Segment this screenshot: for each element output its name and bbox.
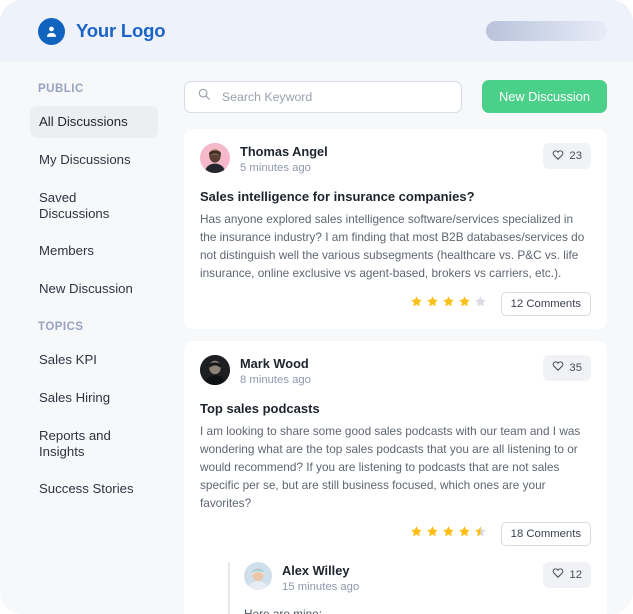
post-body: I am looking to share some good sales po… — [200, 424, 581, 510]
search-input[interactable] — [220, 88, 449, 105]
sidebar-item-new-discussion[interactable]: New Discussion — [30, 273, 158, 305]
author-name: Alex Willey — [282, 562, 350, 578]
rating-stars[interactable] — [410, 525, 487, 543]
like-badge[interactable]: 35 — [543, 354, 591, 381]
sidebar: PUBLIC All Discussions My Discussions Sa… — [0, 62, 176, 614]
user-circle-icon — [38, 17, 65, 45]
star-icon[interactable] — [458, 525, 471, 543]
star-icon[interactable] — [474, 295, 487, 313]
author-block: Alex Willey 15 minutes ago — [282, 562, 533, 596]
brand-logo[interactable]: Your Logo — [38, 17, 166, 45]
avatar — [200, 354, 230, 385]
sidebar-item-all-discussions[interactable]: All Discussions — [30, 106, 158, 138]
like-badge[interactable]: 12 — [543, 561, 591, 588]
app-header: Your Logo — [0, 0, 633, 62]
post-timestamp: 8 minutes ago — [240, 374, 311, 387]
search-icon — [197, 87, 211, 106]
like-badge[interactable]: 23 — [543, 143, 591, 169]
author-name: Thomas Angel — [240, 144, 328, 159]
reply-intro: Here are mine: — [244, 606, 323, 614]
sidebar-item-my-discussions[interactable]: My Discussions — [30, 144, 158, 176]
toolbar: New Discussion — [184, 80, 607, 113]
post-footer: 12 Comments — [200, 291, 591, 316]
like-count: 35 — [569, 361, 582, 374]
new-discussion-button[interactable]: New Discussion — [481, 80, 607, 113]
reply-header: Alex Willey 15 minutes ago 12 — [244, 561, 591, 596]
heart-icon — [552, 149, 564, 164]
post-title: Sales intelligence for insurance compani… — [200, 189, 475, 205]
reply-thread: Alex Willey 15 minutes ago 12 Here are m… — [228, 561, 591, 614]
post-footer: 18 Comments — [200, 521, 591, 546]
star-icon[interactable] — [410, 295, 423, 313]
app-container: Your Logo PUBLIC All Discussions My Disc… — [0, 0, 633, 614]
post-card: Mark Wood 8 minutes ago 35 Top sales pod… — [184, 340, 607, 614]
post-title: Top sales podcasts — [200, 401, 320, 417]
author-block: Thomas Angel 5 minutes ago — [240, 143, 533, 177]
star-icon[interactable] — [410, 525, 423, 543]
main-content: New Discussion Thomas A — [176, 62, 633, 614]
search-box[interactable] — [184, 80, 462, 113]
avatar — [244, 561, 272, 590]
sidebar-item-success-stories[interactable]: Success Stories — [30, 473, 158, 505]
star-icon[interactable] — [458, 295, 471, 313]
comments-button[interactable]: 12 Comments — [500, 291, 591, 316]
loading-placeholder — [486, 21, 607, 41]
like-count: 12 — [569, 568, 582, 581]
heart-icon — [552, 567, 564, 582]
heart-icon — [552, 360, 564, 375]
star-icon[interactable] — [442, 295, 455, 313]
star-icon[interactable] — [442, 525, 455, 543]
like-count: 23 — [569, 150, 582, 162]
sidebar-section-title-topics: TOPICS — [38, 321, 84, 334]
sidebar-item-members[interactable]: Members — [30, 235, 158, 267]
comments-button[interactable]: 18 Comments — [500, 521, 591, 546]
rating-stars[interactable] — [410, 295, 487, 313]
post-header: Mark Wood 8 minutes ago 35 — [200, 354, 591, 389]
sidebar-item-sales-hiring[interactable]: Sales Hiring — [30, 382, 158, 414]
post-card: Thomas Angel 5 minutes ago 23 Sales inte… — [184, 129, 607, 329]
sidebar-item-saved-discussions[interactable]: Saved Discussions — [30, 182, 158, 230]
author-name: Mark Wood — [240, 355, 309, 371]
avatar — [200, 143, 230, 173]
star-icon[interactable] — [426, 525, 439, 543]
star-icon[interactable] — [474, 525, 487, 543]
post-header: Thomas Angel 5 minutes ago 23 — [200, 143, 591, 177]
sidebar-item-sales-kpi[interactable]: Sales KPI — [30, 344, 158, 376]
post-timestamp: 15 minutes ago — [282, 580, 360, 593]
post-timestamp: 5 minutes ago — [240, 162, 311, 175]
brand-name: Your Logo — [76, 20, 166, 41]
app-body: PUBLIC All Discussions My Discussions Sa… — [0, 62, 633, 614]
sidebar-section-title-public: PUBLIC — [38, 83, 84, 95]
author-block: Mark Wood 8 minutes ago — [240, 355, 533, 389]
post-body: Has anyone explored sales intelligence s… — [200, 212, 585, 280]
star-icon[interactable] — [426, 295, 439, 313]
sidebar-item-reports-and-insights[interactable]: Reports and Insights — [30, 420, 158, 468]
